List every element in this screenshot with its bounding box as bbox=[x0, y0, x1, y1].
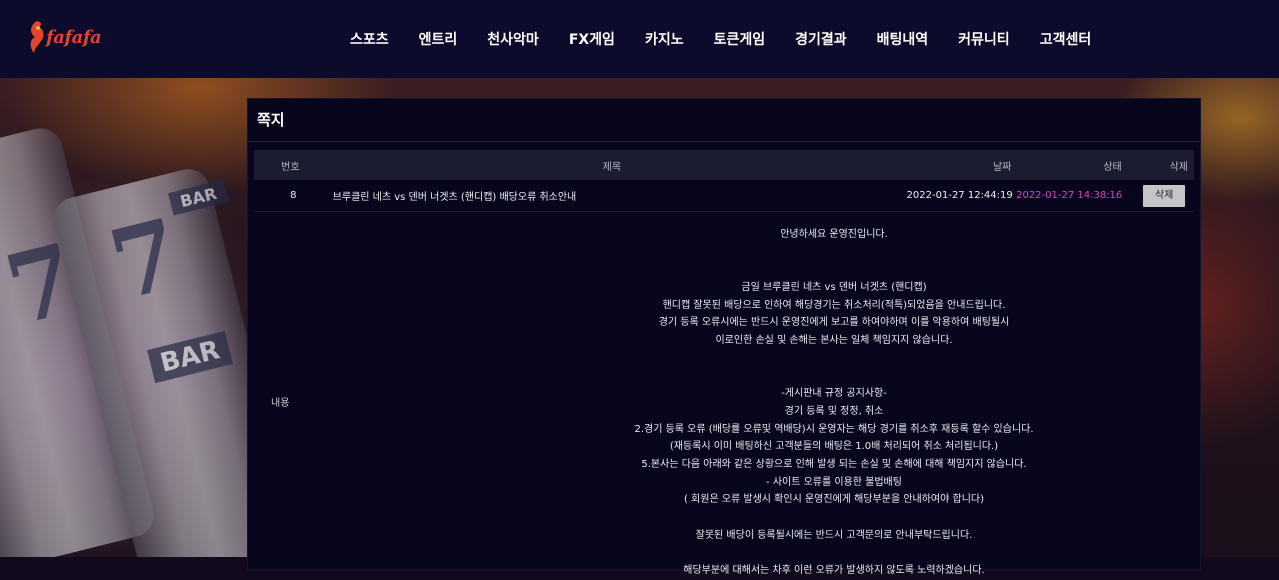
body-line bbox=[474, 261, 1194, 279]
message-panel: 쪽지 번호 제목 날짜 상태 삭제 8 브루클린 네츠 vs 덴버 너겟츠 (핸… bbox=[248, 99, 1200, 576]
body-line bbox=[474, 244, 1194, 262]
table-row[interactable]: 8 브루클린 네츠 vs 덴버 너겟츠 (핸디캡) 배당오류 취소안내 2022… bbox=[254, 180, 1194, 212]
nav-angel-devil[interactable]: 천사악마 bbox=[472, 29, 554, 49]
body-line: 금일 브루클린 네츠 vs 덴버 너겟츠 (핸디캡) bbox=[741, 282, 927, 294]
body-line: - 사이트 오류를 이용한 불법배팅 bbox=[766, 476, 902, 488]
nav-entry[interactable]: 엔트리 bbox=[404, 29, 473, 49]
body-line: 경기 등록 및 정정, 취소 bbox=[784, 405, 884, 417]
main-nav: 스포츠 엔트리 천사악마 FX게임 카지노 토큰게임 경기결과 배팅내역 커뮤니… bbox=[335, 0, 1106, 78]
content-label: 내용 bbox=[271, 398, 290, 409]
nav-community[interactable]: 커뮤니티 bbox=[943, 29, 1025, 49]
logo-text: fafafa bbox=[46, 26, 102, 48]
col-number: 번호 bbox=[281, 161, 300, 173]
body-line: 잘못된 배당이 등록될시에는 반드시 고객문의로 안내부탁드립니다. bbox=[695, 529, 973, 541]
col-date: 날짜 bbox=[992, 161, 1012, 173]
nav-betting-history[interactable]: 배팅내역 bbox=[862, 29, 944, 49]
delete-cell: 삭제 bbox=[1122, 184, 1194, 207]
message-table: 번호 제목 날짜 상태 삭제 8 브루클린 네츠 vs 덴버 너겟츠 (핸디캡)… bbox=[254, 150, 1194, 576]
message-body: 안녕하세요 운영진입니다. 금일 브루클린 네츠 vs 덴버 너겟츠 (핸디캡)… bbox=[474, 226, 1194, 580]
body-line: (재등록시 이미 배팅하신 고객분들의 배팅은 1.0배 처리되어 취소 처리됩… bbox=[669, 441, 999, 453]
body-line bbox=[474, 509, 1194, 527]
body-line: 안녕하세요 운영진입니다. bbox=[780, 229, 888, 240]
nav-fx-game[interactable]: FX게임 bbox=[554, 29, 630, 49]
message-date: 2022-01-27 12:44:19 bbox=[906, 190, 1013, 201]
body-line: 이로인한 손실 및 손해는 본사는 일체 책임지지 않습니다. bbox=[715, 335, 953, 347]
top-header: fafafa 스포츠 엔트리 천사악마 FX게임 카지노 토큰게임 경기결과 배… bbox=[0, 0, 1279, 79]
body-line: -게시판내 규정 공지사항- bbox=[781, 388, 887, 400]
col-delete: 삭제 bbox=[1169, 161, 1188, 173]
nav-customer-center[interactable]: 고객센터 bbox=[1025, 29, 1107, 49]
body-line: 핸디캡 잘못된 배당으로 인하여 해당경기는 취소처리(적특)되었음을 안내드립… bbox=[662, 299, 1006, 311]
nav-sports[interactable]: 스포츠 bbox=[335, 29, 404, 49]
body-line bbox=[474, 545, 1194, 563]
table-header: 번호 제목 날짜 상태 삭제 bbox=[254, 150, 1194, 180]
site-logo[interactable]: fafafa bbox=[26, 18, 102, 56]
nav-token-game[interactable]: 토큰게임 bbox=[699, 29, 781, 49]
message-content: 내용 안녕하세요 운영진입니다. 금일 브루클린 네츠 vs 덴버 너겟츠 (핸… bbox=[254, 212, 1194, 576]
message-title[interactable]: 브루클린 네츠 vs 덴버 너겟츠 (핸디캡) 배당오류 취소안내 bbox=[333, 188, 846, 203]
logo-mascot-icon bbox=[30, 21, 44, 53]
panel-title: 쪽지 bbox=[248, 99, 1200, 142]
body-line: 2.경기 등록 오류 (배당률 오류및 역배당)시 운영자는 해당 경기를 취소… bbox=[634, 423, 1034, 435]
nav-casino[interactable]: 카지노 bbox=[630, 29, 699, 49]
message-read-time: 2022-01-27 14:38:16 bbox=[1016, 190, 1123, 201]
message-number: 8 bbox=[290, 190, 297, 201]
nav-match-results[interactable]: 경기결과 bbox=[780, 29, 862, 49]
body-line: 경기 등록 오류시에는 반드시 운영진에게 보고를 하여야하며 이를 악용하여 … bbox=[658, 317, 1010, 329]
body-line: 5.본사는 다음 아래와 같은 상황으로 인해 발생 되는 손실 및 손해에 대… bbox=[641, 459, 1027, 471]
body-line bbox=[474, 368, 1194, 386]
delete-button[interactable]: 삭제 bbox=[1143, 184, 1186, 207]
body-line: 해당부분에 대해서는 차후 이런 오류가 발생하지 않도록 노력하겠습니다. bbox=[683, 565, 985, 577]
body-line: ( 회원은 오류 발생시 확인시 운영진에게 해당부분을 안내하여야 합니다) bbox=[683, 494, 985, 506]
col-state: 상태 bbox=[1103, 161, 1122, 173]
body-line bbox=[474, 350, 1194, 368]
col-title: 제목 bbox=[602, 161, 622, 173]
